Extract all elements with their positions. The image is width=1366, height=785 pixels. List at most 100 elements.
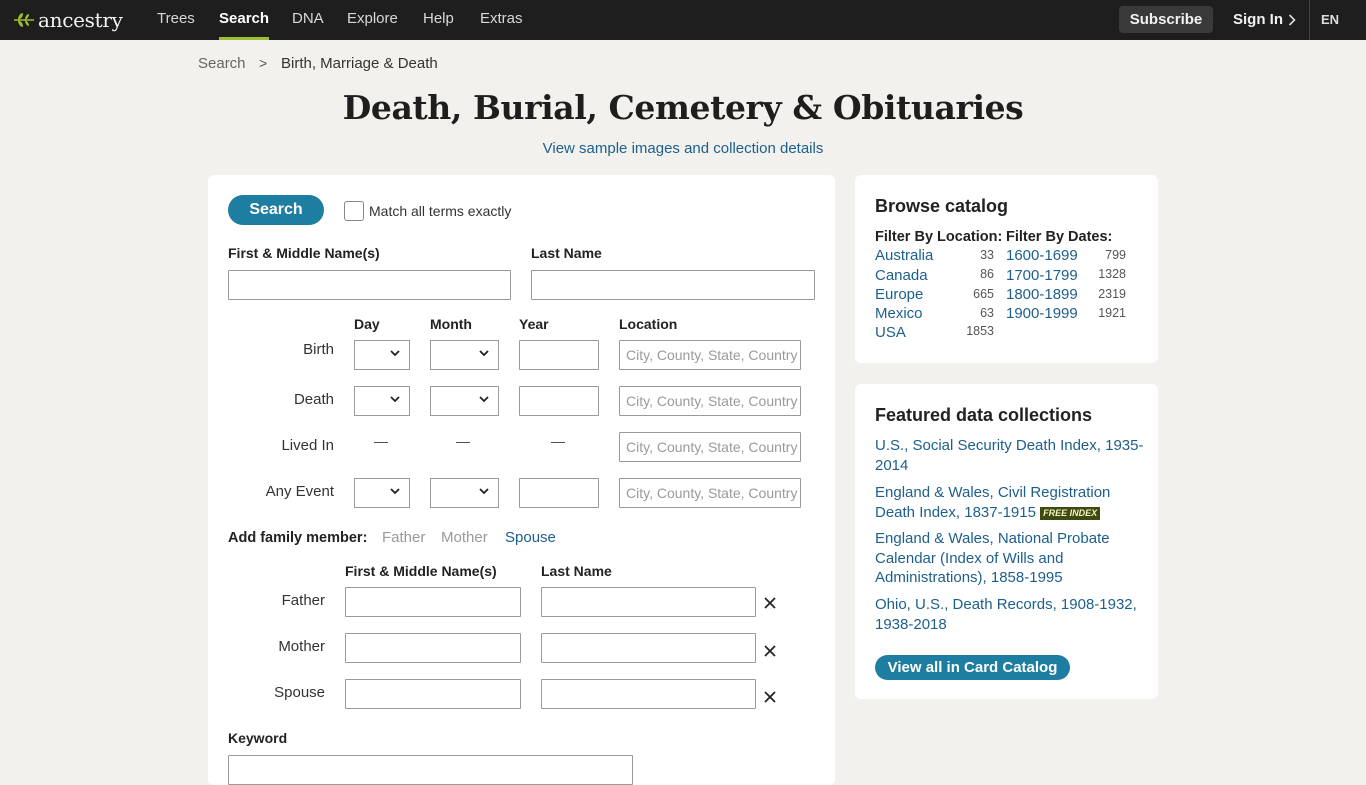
any-event-location-input[interactable]: City, County, State, Country — [619, 478, 801, 508]
first-name-label: First & Middle Name(s) — [228, 245, 380, 261]
divider — [1309, 0, 1310, 40]
search-button[interactable]: Search — [228, 195, 324, 225]
spouse-first-name-input[interactable] — [345, 679, 521, 709]
date-link-1800[interactable]: 1800-1899 — [1006, 286, 1078, 303]
filter-dates-header: Filter By Dates: — [1006, 229, 1113, 245]
remove-mother-icon[interactable] — [763, 644, 777, 658]
breadcrumb-current: Birth, Marriage & Death — [281, 55, 438, 72]
month-column-label: Month — [430, 316, 472, 332]
view-card-catalog-button[interactable]: View all in Card Catalog — [875, 655, 1070, 680]
breadcrumb-separator: > — [259, 55, 268, 71]
sample-images-link-text[interactable]: View sample images and collection detail… — [543, 140, 824, 157]
ancestry-logo[interactable]: ancestry — [12, 7, 123, 33]
remove-father-icon[interactable] — [763, 596, 777, 610]
day-dash: — — [374, 433, 388, 449]
remove-spouse-icon[interactable] — [763, 690, 777, 704]
father-row-label: Father — [281, 592, 325, 609]
location-link-europe[interactable]: Europe — [875, 286, 923, 303]
spouse-row-label: Spouse — [274, 684, 325, 701]
year-column-label: Year — [519, 316, 549, 332]
location-column-label: Location — [619, 316, 678, 332]
any-event-day-select[interactable] — [354, 478, 410, 508]
location-link-canada[interactable]: Canada — [875, 267, 928, 284]
date-count: 799 — [1105, 248, 1126, 262]
father-last-name-input[interactable] — [541, 587, 756, 617]
featured-title: Featured data collections — [875, 405, 1093, 425]
location-link-australia[interactable]: Australia — [875, 247, 933, 264]
last-name-input[interactable] — [531, 270, 815, 300]
collection-link-probate[interactable]: England & Wales, National Probate Calend… — [875, 529, 1145, 588]
add-family-label: Add family member: — [228, 530, 368, 546]
keyword-input[interactable] — [228, 755, 633, 785]
collection-link-ssdi[interactable]: U.S., Social Security Death Index, 1935-… — [875, 436, 1145, 475]
collection-link-england-civil: England & Wales, Civil Registration Deat… — [875, 483, 1145, 522]
match-exact-checkbox[interactable] — [344, 201, 364, 221]
logo-text: ancestry — [38, 8, 123, 32]
nav-help[interactable]: Help — [423, 0, 454, 40]
death-location-input[interactable]: City, County, State, Country — [619, 386, 801, 416]
day-column-label: Day — [354, 316, 380, 332]
lived-in-location-input[interactable]: City, County, State, Country — [619, 432, 801, 462]
add-mother-link[interactable]: Mother — [441, 529, 488, 546]
free-index-badge: FREE INDEX — [1040, 506, 1101, 520]
last-name-label: Last Name — [531, 245, 602, 261]
mother-last-name-input[interactable] — [541, 633, 756, 663]
mother-row-label: Mother — [278, 638, 325, 655]
chevron-down-icon — [390, 350, 400, 357]
chevron-down-icon — [479, 396, 489, 403]
nav-dna[interactable]: DNA — [292, 0, 324, 40]
browse-catalog-title: Browse catalog — [875, 196, 1009, 216]
death-month-select[interactable] — [430, 386, 499, 416]
mother-first-name-input[interactable] — [345, 633, 521, 663]
location-link-usa[interactable]: USA — [875, 324, 906, 341]
date-link-1900[interactable]: 1900-1999 — [1006, 305, 1078, 322]
family-first-name-label: First & Middle Name(s) — [345, 563, 497, 579]
breadcrumb-search[interactable]: Search — [198, 55, 246, 72]
first-name-input[interactable] — [228, 270, 511, 300]
nav-extras[interactable]: Extras — [480, 0, 523, 40]
date-link-1700[interactable]: 1700-1799 — [1006, 267, 1078, 284]
match-exact-label: Match all terms exactly — [369, 203, 512, 219]
add-spouse-link[interactable]: Spouse — [505, 529, 556, 546]
date-link-1600[interactable]: 1600-1699 — [1006, 247, 1078, 264]
birth-row-label: Birth — [303, 341, 334, 358]
date-count: 1921 — [1098, 306, 1126, 320]
location-count: 86 — [980, 267, 994, 281]
chevron-down-icon — [479, 488, 489, 495]
add-father-link[interactable]: Father — [382, 529, 425, 546]
date-count: 2319 — [1098, 287, 1126, 301]
death-year-input[interactable] — [519, 386, 599, 416]
chevron-down-icon — [390, 396, 400, 403]
birth-day-select[interactable] — [354, 340, 410, 370]
any-event-month-select[interactable] — [430, 478, 499, 508]
language-selector[interactable]: EN — [1321, 0, 1339, 39]
collection-link-ohio[interactable]: Ohio, U.S., Death Records, 1908-1932, 19… — [875, 595, 1145, 634]
spouse-last-name-input[interactable] — [541, 679, 756, 709]
chevron-down-icon — [479, 350, 489, 357]
filter-location-header: Filter By Location: — [875, 229, 1003, 245]
month-dash: — — [456, 433, 470, 449]
nav-trees[interactable]: Trees — [157, 0, 195, 40]
location-count: 1853 — [966, 324, 994, 338]
birth-month-select[interactable] — [430, 340, 499, 370]
any-event-year-input[interactable] — [519, 478, 599, 508]
family-last-name-label: Last Name — [541, 563, 612, 579]
subscribe-button[interactable]: Subscribe — [1119, 6, 1213, 33]
birth-year-input[interactable] — [519, 340, 599, 370]
location-count: 665 — [973, 287, 994, 301]
keyword-label: Keyword — [228, 730, 288, 746]
leaf-logo-icon — [14, 13, 34, 27]
death-day-select[interactable] — [354, 386, 410, 416]
year-dash: — — [551, 433, 565, 449]
nav-explore[interactable]: Explore — [347, 0, 398, 40]
date-count: 1328 — [1098, 267, 1126, 281]
page-title: Death, Burial, Cemetery & Obituaries — [342, 88, 1024, 127]
sign-in-link[interactable]: Sign In — [1233, 0, 1283, 40]
lived-in-row-label: Lived In — [281, 437, 334, 454]
location-link-mexico[interactable]: Mexico — [875, 305, 923, 322]
chevron-down-icon — [390, 488, 400, 495]
father-first-name-input[interactable] — [345, 587, 521, 617]
top-nav: ancestry Trees Search DNA Explore Help E… — [0, 0, 1366, 40]
nav-search[interactable]: Search — [219, 0, 270, 40]
birth-location-input[interactable]: City, County, State, Country — [619, 340, 801, 370]
